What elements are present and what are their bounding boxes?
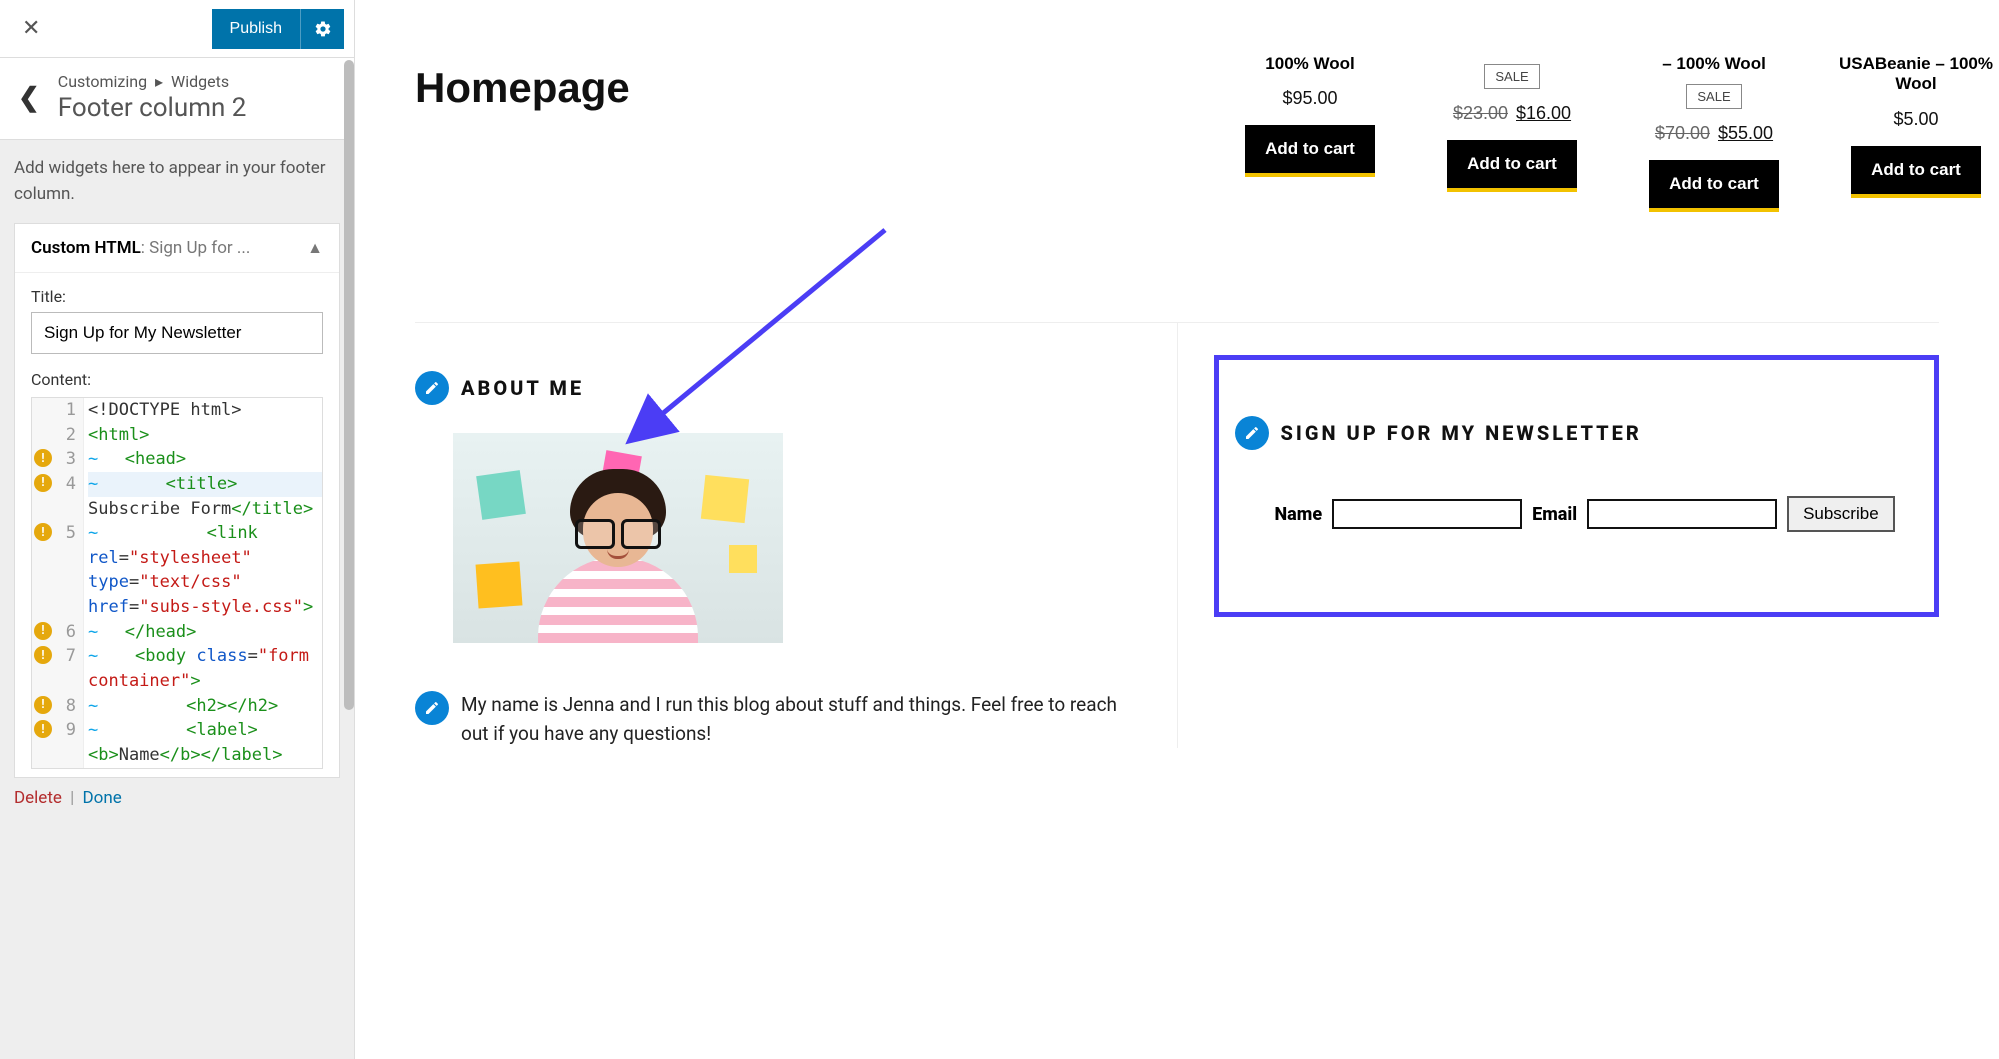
warning-icon: ! (34, 696, 52, 714)
widget-header-title: Custom HTML: Sign Up for ... (31, 238, 250, 258)
chevron-right-icon: ▸ (155, 72, 163, 91)
chevron-up-icon: ▲ (307, 238, 323, 258)
code-line[interactable]: type="text/css" (88, 570, 242, 595)
sidebar-scrollbar[interactable] (344, 60, 354, 710)
line-number: 9 (54, 718, 76, 743)
footer-col-about: ABOUT ME My name is Jenna and (415, 322, 1177, 748)
delete-link[interactable]: Delete (14, 788, 62, 808)
name-input[interactable] (1332, 499, 1522, 529)
pencil-icon[interactable] (415, 371, 449, 405)
about-photo (453, 433, 783, 643)
gear-icon[interactable] (300, 9, 344, 49)
code-line[interactable]: rel="stylesheet" (88, 546, 252, 571)
newsletter-form: Name Email Subscribe (1235, 496, 1907, 532)
code-line[interactable]: ~ </head> (88, 620, 196, 645)
code-line[interactable]: Subscribe Form</title> (88, 497, 313, 522)
breadcrumb: ❮ Customizing ▸ Widgets Footer column 2 (0, 58, 354, 140)
product-card: USABeanie – 100% Wool $5.00 Add to cart (1833, 54, 1999, 212)
footer-col-newsletter: SIGN UP FOR MY NEWSLETTER Name Email Sub… (1177, 322, 1940, 748)
pencil-icon[interactable] (415, 691, 449, 725)
add-to-cart-button[interactable]: Add to cart (1851, 146, 1981, 198)
line-number: 1 (54, 398, 76, 423)
publish-button[interactable]: Publish (212, 9, 300, 49)
product-price: $5.00 (1833, 109, 1999, 130)
preview-pane: 100% Wool $95.00 Add to cart SALE $23.00$16.… (355, 0, 1999, 1059)
footer-columns: ABOUT ME My name is Jenna and (415, 322, 1939, 748)
line-number: 4 (54, 472, 76, 497)
code-line[interactable]: href="subs-style.css"> (88, 595, 313, 620)
sidebar-description: Add widgets here to appear in your foote… (0, 140, 354, 223)
pencil-icon[interactable] (1235, 416, 1269, 450)
warning-icon: ! (34, 474, 52, 492)
email-input[interactable] (1587, 499, 1777, 529)
about-title-row: ABOUT ME (415, 371, 1141, 405)
publish-group: Publish (212, 9, 344, 49)
about-heading: ABOUT ME (461, 376, 584, 400)
widget-header[interactable]: Custom HTML: Sign Up for ... ▲ (15, 224, 339, 273)
product-title: USABeanie – 100% Wool (1833, 54, 1999, 95)
add-to-cart-button[interactable]: Add to cart (1649, 160, 1779, 212)
code-line[interactable]: <b>Name</b></label> (88, 743, 283, 768)
title-input[interactable] (31, 312, 323, 354)
about-text: My name is Jenna and I run this blog abo… (461, 691, 1141, 748)
newsletter-heading: SIGN UP FOR MY NEWSLETTER (1281, 421, 1642, 445)
widget-card: Custom HTML: Sign Up for ... ▲ Title: Co… (14, 223, 340, 778)
done-link[interactable]: Done (83, 788, 122, 808)
content-label: Content: (31, 370, 323, 389)
customizer-sidebar: ✕ Publish ❮ Customizing ▸ Widgets Footer… (0, 0, 355, 1059)
sticky-note (701, 475, 749, 523)
code-editor[interactable]: 1<!DOCTYPE html>2<html>!3~ <head>!4~ <ti… (31, 397, 323, 769)
code-line[interactable]: ~ <h2></h2> (88, 694, 278, 719)
sticky-note (476, 470, 526, 520)
code-line[interactable]: ~ <label> (88, 718, 258, 743)
newsletter-title-row: SIGN UP FOR MY NEWSLETTER (1235, 416, 1907, 450)
line-number: 2 (54, 423, 76, 448)
widget-actions: Delete | Done (0, 778, 354, 808)
code-line[interactable]: ~ <link (88, 521, 258, 546)
product-card: 100% Wool $95.00 Add to cart (1227, 54, 1393, 212)
product-price: $23.00$16.00 (1429, 103, 1595, 124)
email-label: Email (1532, 504, 1577, 525)
add-to-cart-button[interactable]: Add to cart (1245, 125, 1375, 177)
breadcrumb-path: Customizing ▸ Widgets (58, 72, 247, 91)
code-line[interactable]: ~ <body class="form (88, 644, 309, 669)
code-line[interactable]: ~ <title> (88, 472, 237, 497)
product-title: 100% Wool (1227, 54, 1393, 74)
sticky-note (729, 545, 757, 573)
about-text-row: My name is Jenna and I run this blog abo… (415, 691, 1141, 748)
code-line[interactable]: ~ <head> (88, 447, 186, 472)
person-illustration (533, 463, 703, 643)
code-line[interactable]: <!DOCTYPE html> (88, 398, 242, 423)
newsletter-highlight-box: SIGN UP FOR MY NEWSLETTER Name Email Sub… (1214, 355, 1940, 617)
product-card: – 100% Wool SALE $70.00$55.00 Add to cart (1631, 54, 1797, 212)
title-label: Title: (31, 287, 323, 306)
line-number: 8 (54, 694, 76, 719)
sale-badge: SALE (1686, 84, 1741, 109)
product-title: – 100% Wool (1631, 54, 1797, 74)
sidebar-topbar: ✕ Publish (0, 0, 354, 58)
product-card: SALE $23.00$16.00 Add to cart (1429, 54, 1595, 212)
code-line[interactable]: container"> (88, 669, 201, 694)
close-icon[interactable]: ✕ (10, 10, 52, 47)
line-number: 5 (54, 521, 76, 546)
line-number: 3 (54, 447, 76, 472)
product-price: $95.00 (1227, 88, 1393, 109)
sticky-note (476, 562, 523, 609)
line-number: 7 (54, 644, 76, 669)
breadcrumb-title: Footer column 2 (58, 93, 247, 123)
name-label: Name (1275, 504, 1323, 525)
back-arrow-icon[interactable]: ❮ (18, 83, 40, 113)
sale-badge: SALE (1484, 64, 1539, 89)
code-line[interactable]: <html> (88, 423, 149, 448)
product-price: $70.00$55.00 (1631, 123, 1797, 144)
line-number: 6 (54, 620, 76, 645)
warning-icon: ! (34, 622, 52, 640)
add-to-cart-button[interactable]: Add to cart (1447, 140, 1577, 192)
subscribe-button[interactable]: Subscribe (1787, 496, 1895, 532)
widget-body: Title: Content: 1 <!DOCTYPE html> 2 <html>!… (15, 273, 339, 777)
